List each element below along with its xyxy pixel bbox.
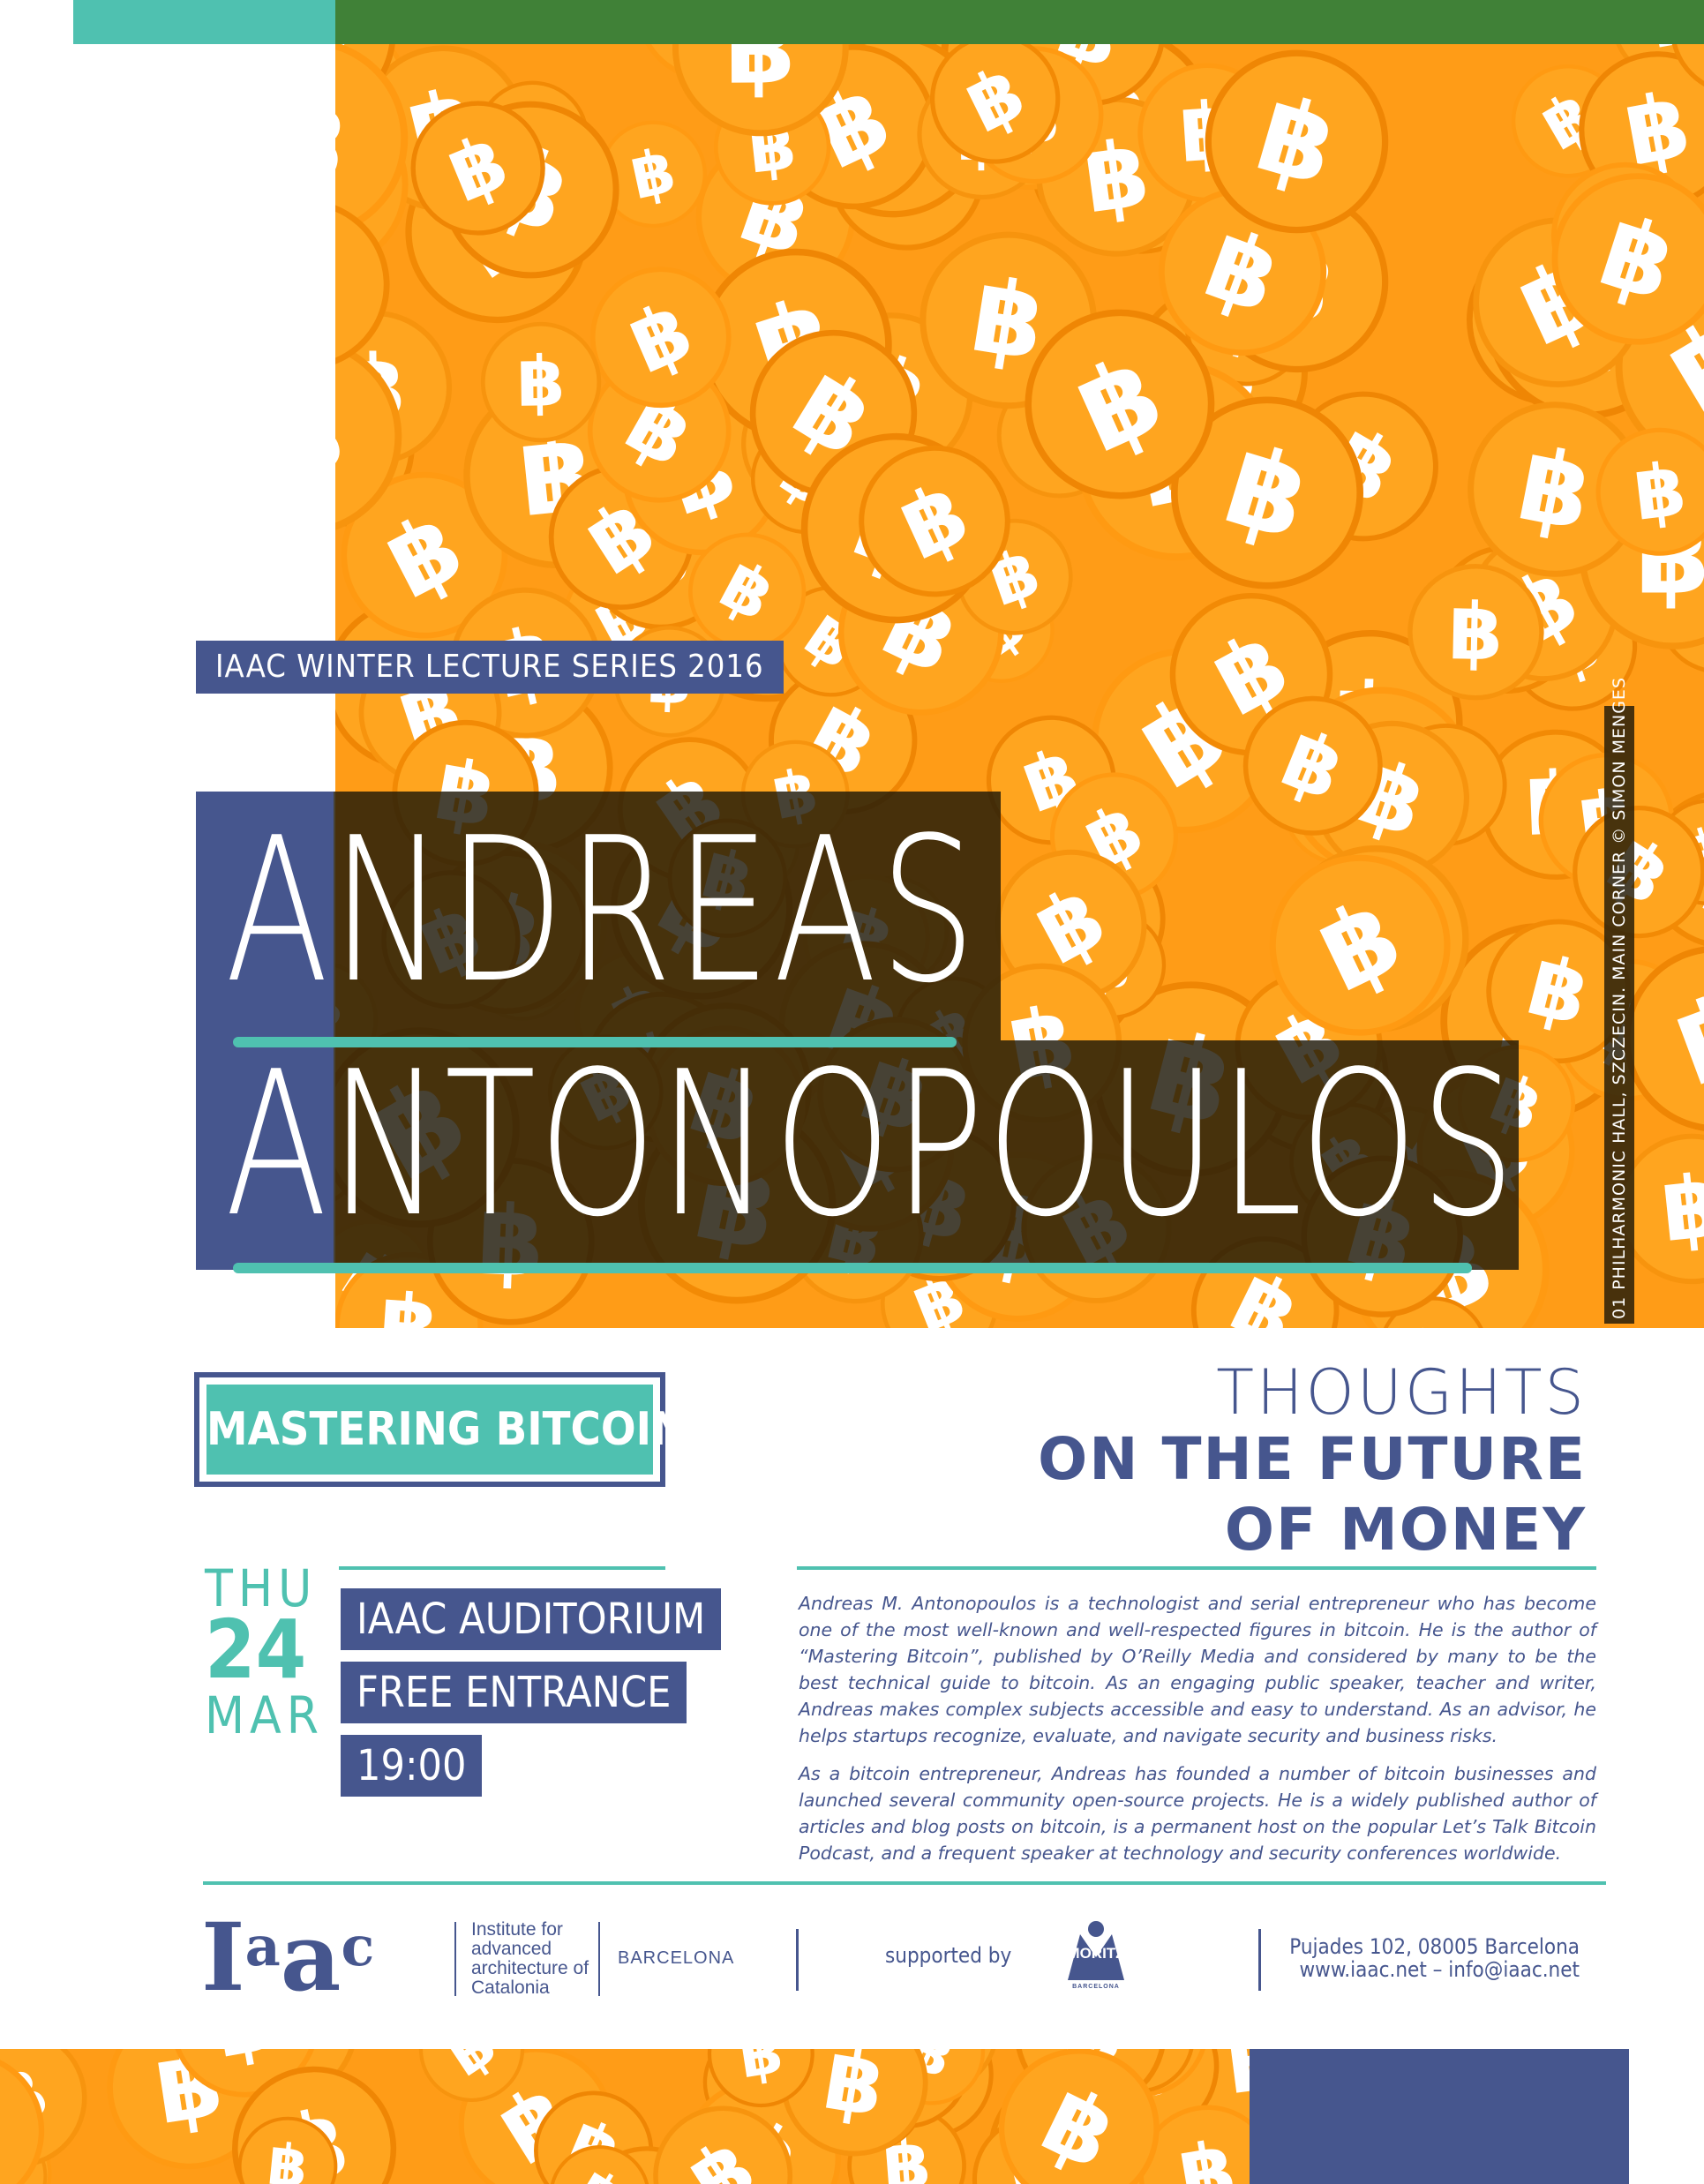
bottom-right-margin bbox=[1629, 2049, 1704, 2184]
iaac-logo: Iaac bbox=[201, 1910, 375, 2004]
bio-paragraph-1: Andreas M. Antonopoulos is a technologis… bbox=[799, 1593, 1596, 1746]
date-month: MAR bbox=[205, 1685, 324, 1745]
subtitle-line-1: THOUGHTS bbox=[1216, 1356, 1587, 1429]
event-poster: ฿฿฿฿฿฿฿฿฿฿฿฿฿฿฿฿฿฿฿฿฿฿฿฿฿฿฿฿฿฿฿฿฿฿฿฿฿฿฿฿… bbox=[0, 0, 1704, 2184]
subtitle-line-2: ON THE FUTURE bbox=[1038, 1425, 1587, 1493]
bio-paragraph-2: As a bitcoin entrepreneur, Andreas has f… bbox=[799, 1763, 1596, 1864]
svg-text:฿: ฿ bbox=[1630, 447, 1691, 537]
date-day-number: 24 bbox=[205, 1602, 307, 1697]
sponsor-city: BARCELONA bbox=[1072, 1984, 1120, 1990]
svg-text:฿: ฿ bbox=[376, 1275, 442, 1328]
footer-divider bbox=[203, 1881, 1606, 1885]
lecture-title: MASTERING BITCOIN bbox=[206, 1385, 686, 1475]
svg-text:฿: ฿ bbox=[1447, 586, 1504, 678]
bottom-coins-strip: ฿฿฿฿฿฿฿฿฿฿฿฿฿฿฿฿฿฿฿฿฿฿฿฿฿฿฿฿฿฿฿฿฿฿฿฿฿฿ bbox=[0, 2049, 1250, 2184]
sponsor-name: MORITZ bbox=[1067, 1945, 1125, 1962]
bottom-navy-block bbox=[1250, 2049, 1629, 2184]
entrance-label: FREE ENTRANCE bbox=[341, 1662, 687, 1723]
subtitle-divider bbox=[797, 1566, 1596, 1570]
city-label: BARCELONA bbox=[618, 1948, 735, 1968]
supported-by-label: supported by bbox=[885, 1943, 1012, 1968]
series-label: IAAC WINTER LECTURE SERIES 2016 bbox=[196, 641, 784, 694]
venue-label: IAAC AUDITORIUM bbox=[341, 1588, 722, 1650]
address: Pujades 102, 08005 Barcelona bbox=[1289, 1934, 1580, 1959]
lecture-title-box: MASTERING BITCOIN bbox=[194, 1372, 686, 1487]
subtitle-line-3: OF MONEY bbox=[1224, 1496, 1587, 1564]
web-and-email: www.iaac.net – info@iaac.net bbox=[1299, 1957, 1580, 1982]
logo-letter-a1: a bbox=[244, 1914, 281, 1978]
bottom-coins-illustration: ฿฿฿฿฿฿฿฿฿฿฿฿฿฿฿฿฿฿฿฿฿฿฿฿฿฿฿฿฿฿฿฿฿฿฿฿฿฿ bbox=[0, 2049, 1250, 2184]
speaker-first-name: ANDREAS bbox=[225, 795, 979, 1027]
event-info-divider bbox=[339, 1566, 665, 1570]
logo-divider-2 bbox=[598, 1922, 600, 1996]
svg-text:฿: ฿ bbox=[516, 341, 566, 423]
svg-text:฿: ฿ bbox=[725, 44, 796, 108]
logo-letter-c: c bbox=[341, 1914, 375, 1978]
institute-name: Institute for advanced architecture of C… bbox=[471, 1919, 589, 1998]
footer-divider-1 bbox=[796, 1929, 799, 1991]
time-label: 19:00 bbox=[341, 1735, 483, 1797]
logo-divider bbox=[454, 1922, 456, 1996]
speaker-last-name: ANTONOPOULOS bbox=[225, 1029, 1519, 1261]
svg-text:฿: ฿ bbox=[265, 2132, 311, 2184]
footer-divider-2 bbox=[1258, 1929, 1261, 1991]
photo-credit: 01 PHILHARMONIC HALL, SZCZECIN. MAIN COR… bbox=[1610, 676, 1629, 1319]
last-name-underline bbox=[233, 1263, 1472, 1273]
logo-letter-i: I bbox=[201, 1902, 245, 2012]
moritz-logo: MORITZ BARCELONA bbox=[1057, 1918, 1135, 1994]
logo-letter-a2: a bbox=[280, 1902, 342, 2012]
top-green-band bbox=[335, 0, 1704, 44]
